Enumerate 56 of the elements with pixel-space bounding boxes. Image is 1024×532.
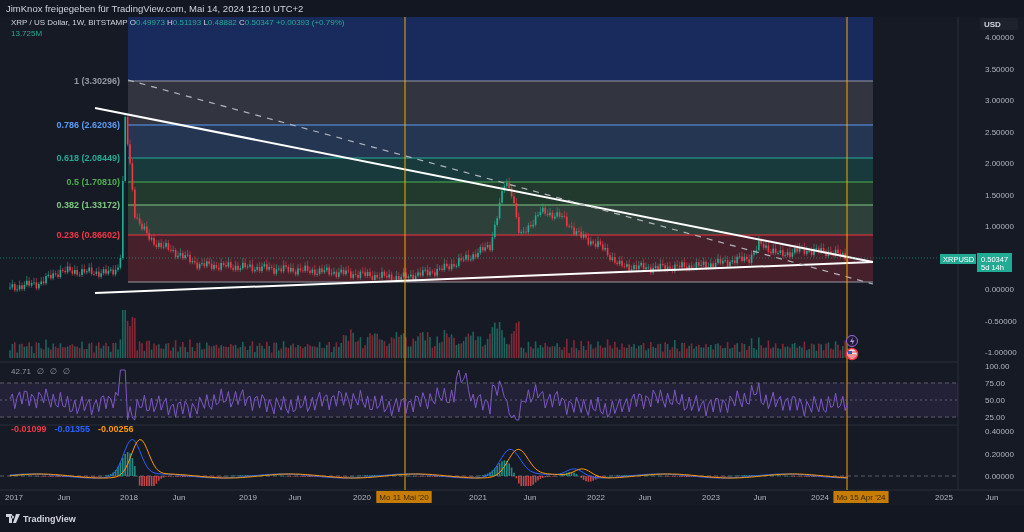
time-tick-label: 2025 <box>935 493 953 502</box>
time-tick-label: Jun <box>288 493 302 502</box>
price-tick-label: -1.00000 <box>985 348 1017 357</box>
price-tick-label: 1.50000 <box>985 190 1014 200</box>
rsi-value: ∅ <box>37 367 44 376</box>
time-tick-label: 2023 <box>702 493 720 502</box>
brand-link[interactable]: TradingView <box>6 513 76 524</box>
price-tick-label: 2.00000 <box>985 159 1014 168</box>
macd-value: -0.00256 <box>98 424 134 434</box>
price-tick-label: 1.00000 <box>985 222 1014 231</box>
macd-tick-label: 0.40000 <box>985 427 1014 436</box>
time-tick-label: 2018 <box>120 493 138 502</box>
rsi-tick-label: 100.00 <box>985 362 1010 371</box>
lightning-icon[interactable] <box>846 335 858 347</box>
fib-level-label: 0.618 (2.08449) <box>56 153 120 163</box>
time-tick-label: Jun <box>753 493 767 502</box>
macd-value: -0.01355 <box>54 424 91 434</box>
time-tick-label: 2022 <box>587 493 605 502</box>
volume-value: 13.725M <box>11 29 43 38</box>
date-marker-label: Mo 11 Mai '20 <box>376 491 432 503</box>
fib-level-label: 1 (3.30296) <box>73 76 120 86</box>
time-tick-label: 2024 <box>811 493 829 502</box>
fib-level-label: 0.5 (1.70810) <box>66 177 120 187</box>
time-tick-label: Jun <box>985 493 999 502</box>
price-tick-label: 4.00000 <box>985 33 1014 42</box>
price-tick-label: 3.00000 <box>985 96 1014 105</box>
price-tick-label: 2.50000 <box>985 127 1014 137</box>
price-tick-label: -0.50000 <box>985 316 1017 326</box>
share-caption: JimKnox freigegeben für TradingView.com, Mai 14, 2024 12:10 UTC+2 <box>6 3 304 14</box>
fib-level-label: 0.786 (2.62036) <box>56 120 120 130</box>
macd-value: -0.01099 <box>11 424 47 434</box>
time-tick-label: Jun <box>172 493 186 502</box>
time-tick-label: 2021 <box>469 493 487 502</box>
fib-level-label: 0.236 (0.86602) <box>56 230 120 240</box>
symbol-legend: XRP / US Dollar, 1W, BITSTAMP O0.49973 H0.51193 L0.48882 C0.50347 +0.00393 (+0.79%) <box>11 18 345 27</box>
time-tick-label: 2017 <box>5 493 23 502</box>
time-tick-label: 2019 <box>239 493 257 502</box>
rsi-tick-label: 50.00 <box>985 396 1006 405</box>
price-tick-label: 0.00000 <box>985 285 1014 294</box>
time-tick-label: 2020 <box>353 493 371 502</box>
macd-tick-label: 0.00000 <box>985 472 1014 481</box>
rsi-value: ∅ <box>50 367 57 376</box>
currency-text: USD <box>984 20 1001 29</box>
logo-icon <box>6 514 20 523</box>
rsi-tick-label: 25.00 <box>985 413 1006 422</box>
fib-level-label: 0.382 (1.33172) <box>56 200 120 210</box>
macd-tick-label: 0.20000 <box>985 449 1014 459</box>
time-tick-label: Jun <box>638 493 652 502</box>
flag-icon[interactable] <box>845 347 859 361</box>
time-tick-label: Jun <box>523 493 537 502</box>
price-tick-label: 3.50000 <box>985 64 1014 74</box>
rsi-tick-label: 75.00 <box>985 379 1006 388</box>
rsi-value: 42.71 <box>11 367 32 376</box>
date-marker-label: Mo 15 Apr '24 <box>833 491 889 503</box>
time-tick-label: Jun <box>57 493 71 502</box>
rsi-value: ∅ <box>62 367 70 376</box>
